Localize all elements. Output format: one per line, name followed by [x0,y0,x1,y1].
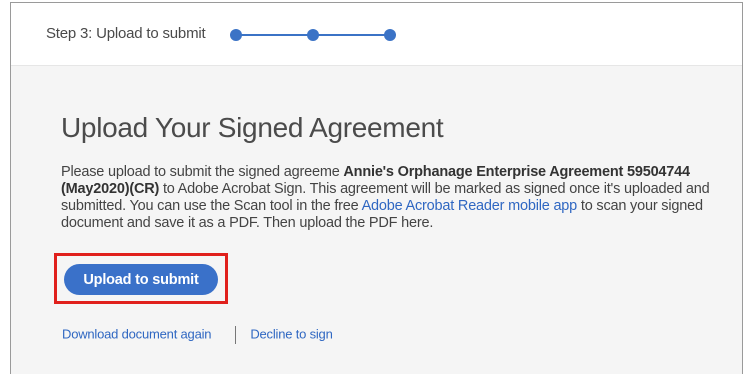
step-dot-3 [384,29,396,41]
step-label: Step 3: Upload to submit [46,25,206,42]
decline-to-sign-link[interactable]: Decline to sign [250,326,332,341]
secondary-actions: Download document again Decline to sign [62,326,333,344]
step-header: Step 3: Upload to submit [11,3,742,66]
step-progress-indicator [230,29,400,41]
download-document-again-link[interactable]: Download document again [62,326,212,341]
agreement-suffix: (May2020)(CR) [61,181,160,197]
page-title: Upload Your Signed Agreement [61,112,444,143]
upload-to-submit-button[interactable]: Upload to submit [64,264,218,295]
agreement-name: Annie's Orphanage Enterprise Agreement 5… [343,164,690,180]
desc-text-1: Please upload to submit the signed agree… [61,164,344,180]
step-dot-1 [230,29,242,41]
upload-instructions: Please upload to submit the signed agree… [61,164,721,232]
acrobat-reader-app-link[interactable]: Adobe Acrobat Reader mobile app [362,198,578,214]
link-divider [235,326,237,344]
step-dot-2 [307,29,319,41]
